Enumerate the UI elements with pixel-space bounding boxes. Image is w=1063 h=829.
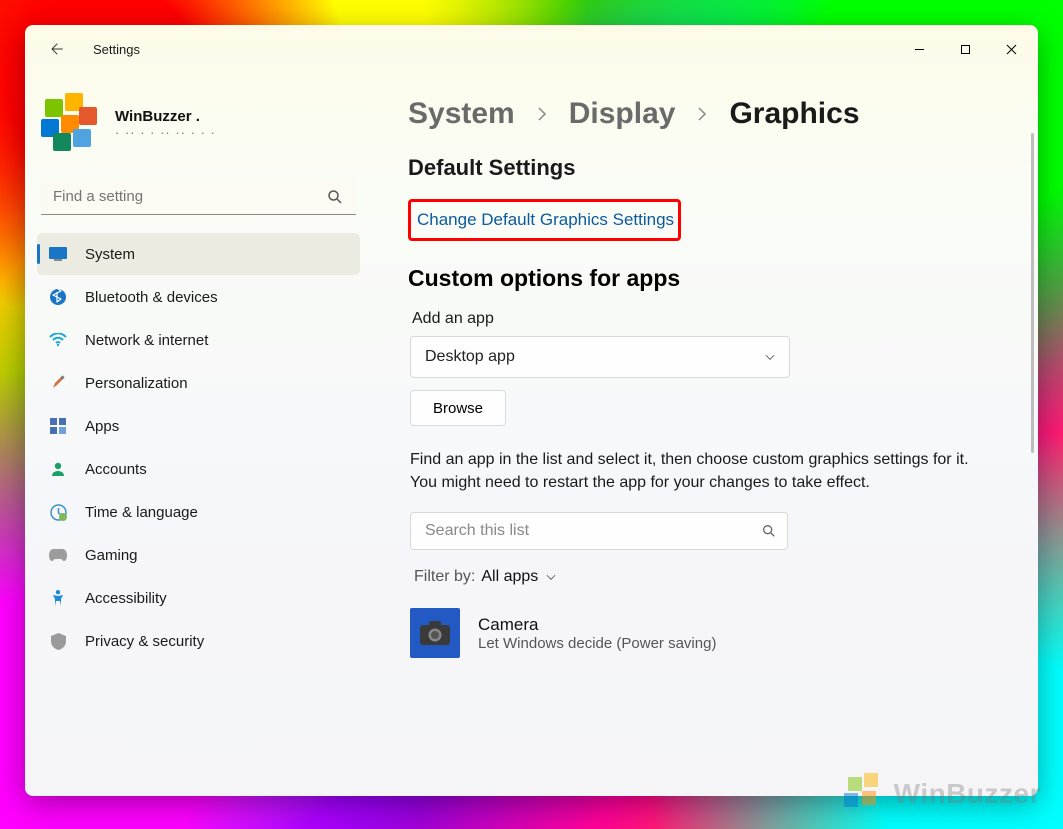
sidebar-item-privacy[interactable]: Privacy & security <box>37 620 360 662</box>
main-content: System Display Graphics Default Settings… <box>370 73 1038 796</box>
sidebar-item-accounts[interactable]: Accounts <box>37 448 360 490</box>
search-icon <box>761 523 777 539</box>
sidebar-item-label: Bluetooth & devices <box>85 289 218 306</box>
wifi-icon <box>49 331 67 349</box>
breadcrumb-system[interactable]: System <box>408 97 515 131</box>
chevron-right-icon <box>533 97 551 131</box>
system-icon <box>49 245 67 263</box>
sidebar-item-network[interactable]: Network & internet <box>37 319 360 361</box>
minimize-icon <box>914 44 925 55</box>
maximize-icon <box>960 44 971 55</box>
profile-block[interactable]: WinBuzzer . · ·· · · ·· ·· · · · <box>37 87 360 173</box>
profile-subtitle: · ·· · · ·· ·· · · · <box>115 125 216 140</box>
bluetooth-icon <box>49 288 67 306</box>
maximize-button[interactable] <box>942 33 988 65</box>
shield-icon <box>49 632 67 650</box>
clock-globe-icon <box>49 503 67 521</box>
app-list-item[interactable]: Camera Let Windows decide (Power saving) <box>410 608 1008 658</box>
app-type-dropdown[interactable]: Desktop app <box>410 336 790 378</box>
scrollbar[interactable] <box>1031 133 1034 453</box>
search-icon <box>326 188 344 211</box>
sidebar-item-personalization[interactable]: Personalization <box>37 362 360 404</box>
sidebar-item-label: Gaming <box>85 547 138 564</box>
help-text: Find an app in the list and select it, t… <box>410 448 978 494</box>
sidebar-item-label: Network & internet <box>85 332 208 349</box>
profile-name: WinBuzzer . <box>115 108 216 125</box>
paintbrush-icon <box>49 374 67 392</box>
app-title: Settings <box>93 42 140 57</box>
breadcrumb-display[interactable]: Display <box>569 97 676 131</box>
dropdown-value: Desktop app <box>425 348 515 366</box>
accessibility-icon <box>49 589 67 607</box>
sidebar-item-time[interactable]: Time & language <box>37 491 360 533</box>
list-search-placeholder: Search this list <box>425 522 529 540</box>
gamepad-icon <box>49 546 67 564</box>
back-button[interactable] <box>39 32 73 66</box>
apps-icon <box>49 417 67 435</box>
title-bar: Settings <box>25 25 1038 73</box>
watermark: WinBuzzer <box>844 773 1041 815</box>
nav-list: System Bluetooth & devices Network & int… <box>37 233 360 662</box>
watermark-text: WinBuzzer <box>894 778 1041 810</box>
browse-label: Browse <box>433 400 483 417</box>
camera-app-icon <box>410 608 460 658</box>
back-arrow-icon <box>48 41 64 57</box>
sidebar-item-label: Accessibility <box>85 590 167 607</box>
chevron-down-icon <box>544 570 558 584</box>
close-button[interactable] <box>988 33 1034 65</box>
settings-window: Settings <box>25 25 1038 796</box>
close-icon <box>1006 44 1017 55</box>
sidebar-item-label: Apps <box>85 418 119 435</box>
sidebar-item-label: Accounts <box>85 461 147 478</box>
app-name: Camera <box>478 615 716 635</box>
sidebar-item-apps[interactable]: Apps <box>37 405 360 447</box>
custom-options-heading: Custom options for apps <box>408 265 1008 292</box>
add-app-label: Add an app <box>412 310 1008 328</box>
sidebar-item-gaming[interactable]: Gaming <box>37 534 360 576</box>
sidebar-item-bluetooth[interactable]: Bluetooth & devices <box>37 276 360 318</box>
filter-label: Filter by: <box>414 568 475 586</box>
search-input[interactable] <box>41 179 356 215</box>
chevron-down-icon <box>763 350 777 364</box>
filter-value: All apps <box>481 568 538 586</box>
minimize-button[interactable] <box>896 33 942 65</box>
sidebar-item-label: System <box>85 246 135 263</box>
highlight-box: Change Default Graphics Settings <box>408 199 681 241</box>
sidebar-item-label: Privacy & security <box>85 633 204 650</box>
sidebar-item-accessibility[interactable]: Accessibility <box>37 577 360 619</box>
default-settings-heading: Default Settings <box>408 155 1008 181</box>
breadcrumb: System Display Graphics <box>408 97 1008 131</box>
person-icon <box>49 460 67 478</box>
sidebar-item-label: Time & language <box>85 504 198 521</box>
avatar <box>39 93 101 155</box>
filter-row[interactable]: Filter by: All apps <box>414 568 1008 586</box>
search-box[interactable] <box>41 179 356 215</box>
breadcrumb-current: Graphics <box>729 97 859 131</box>
desktop-wallpaper: Settings <box>0 0 1063 829</box>
sidebar-item-system[interactable]: System <box>37 233 360 275</box>
sidebar-item-label: Personalization <box>85 375 188 392</box>
app-subtitle: Let Windows decide (Power saving) <box>478 635 716 652</box>
change-default-graphics-link[interactable]: Change Default Graphics Settings <box>417 210 674 229</box>
browse-button[interactable]: Browse <box>410 390 506 426</box>
sidebar: WinBuzzer . · ·· · · ·· ·· · · · System <box>25 73 370 796</box>
list-search-box[interactable]: Search this list <box>410 512 788 550</box>
chevron-right-icon <box>693 97 711 131</box>
